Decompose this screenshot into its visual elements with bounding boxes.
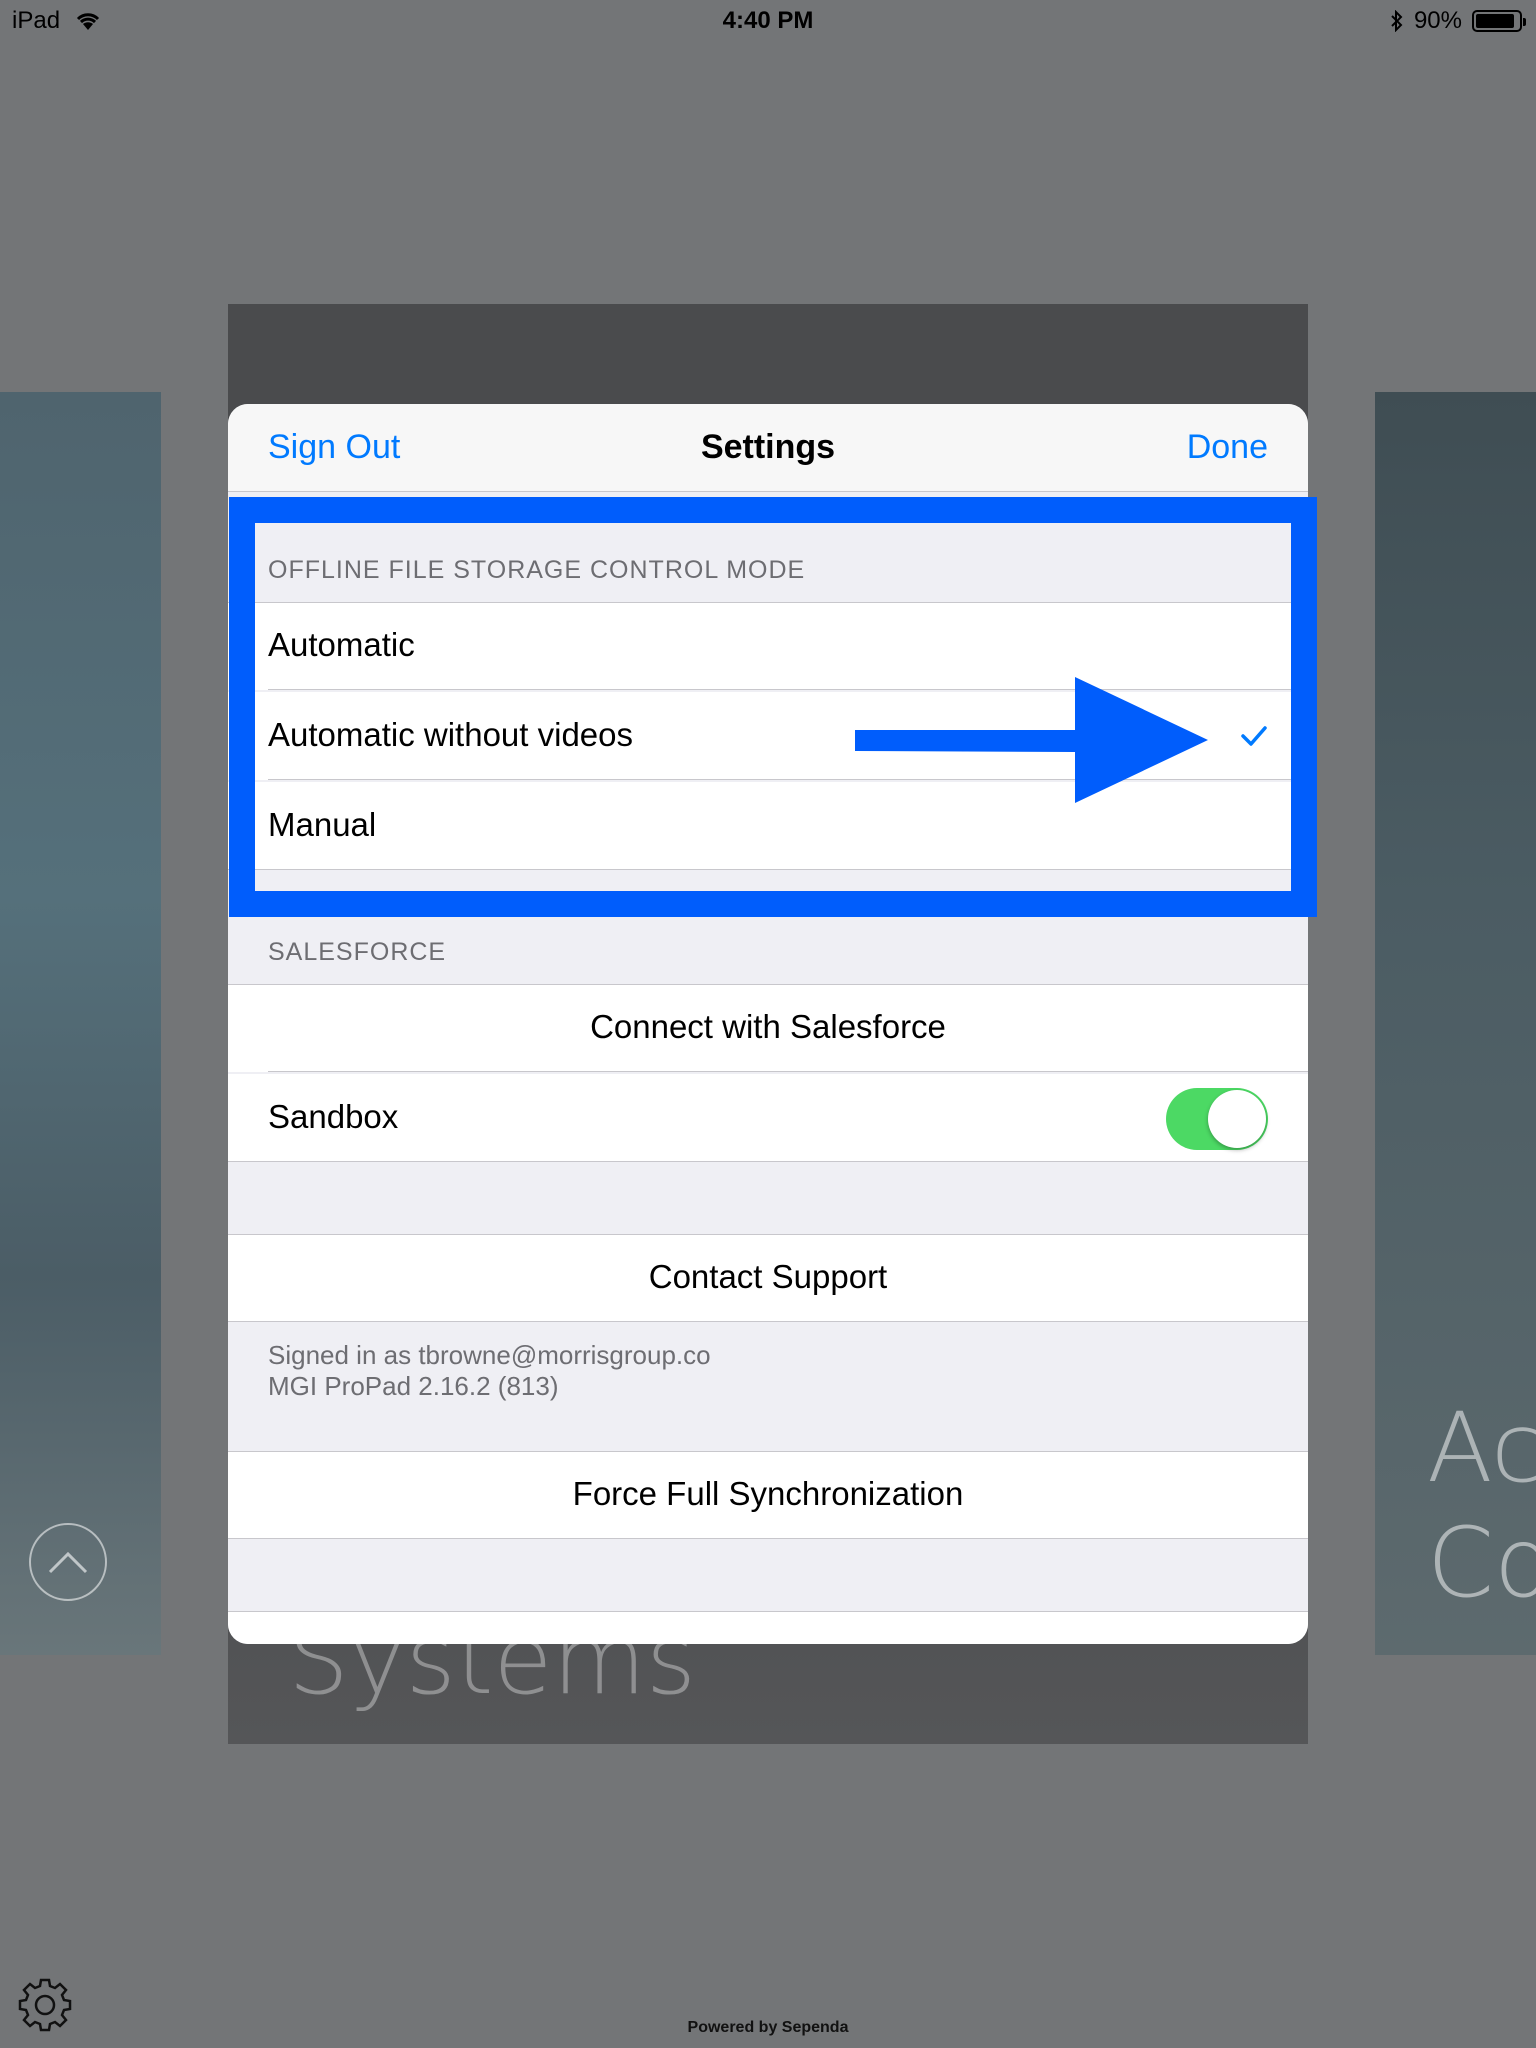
section-top-separator [228,984,1308,985]
salesforce-section-header: SALESFORCE [268,938,447,966]
row-separator [268,779,1308,780]
battery-fill [1476,14,1514,28]
contact-support-button[interactable]: Contact Support [228,1234,1308,1322]
settings-title: Settings [700,428,836,466]
contact-support-label: Contact Support [648,1258,888,1295]
force-sync-button[interactable]: Force Full Synchronization [228,1451,1308,1539]
row-separator [228,869,1308,870]
battery-icon [1472,10,1526,32]
status-right: 90% [1390,7,1526,35]
status-bar: iPad 4:40 PM 90% [0,0,1536,40]
row-separator [268,689,1308,690]
row-separator [268,1071,1308,1072]
app-version-text: MGI ProPad 2.16.2 (813) [268,1371,559,1401]
section-top-separator [228,1451,1308,1452]
done-button[interactable]: Done [1187,428,1268,467]
settings-sheet: Sign Out Settings Done OFFLINE FILE STOR… [228,404,1308,1644]
powered-by-text: Powered by Sependa [687,2019,849,2036]
section-top-separator [228,1611,1308,1612]
option-label: Manual [268,806,377,843]
bluetooth-icon [1391,10,1403,32]
settings-navbar: Sign Out Settings Done [228,404,1308,492]
status-time: 4:40 PM [722,7,814,34]
offline-option-automatic-without-videos[interactable]: Automatic without videos [228,692,1308,780]
section-top-separator [228,602,1308,603]
offline-option-manual[interactable]: Manual [228,782,1308,870]
background-card-right-text-2: Co [1427,1507,1536,1619]
sandbox-toggle[interactable] [1166,1088,1268,1150]
chevron-up-icon [48,1551,88,1574]
offline-section-header: OFFLINE FILE STORAGE CONTROL MODE [268,556,806,584]
background-card-right[interactable]: Ac Co [1375,392,1536,1655]
expand-up-button[interactable] [29,1523,107,1601]
sandbox-row: Sandbox [228,1074,1308,1162]
partially-hidden-row[interactable] [228,1611,1308,1644]
background-card-right-text-1: Ac [1427,1392,1536,1504]
row-separator [228,1321,1308,1322]
background-card-left[interactable] [0,392,161,1655]
connect-salesforce-label: Connect with Salesforce [590,1008,946,1045]
option-label: Automatic [268,626,415,663]
battery-percent: 90% [1413,7,1462,34]
row-separator [228,1538,1308,1539]
force-sync-label: Force Full Synchronization [572,1475,964,1512]
option-label: Automatic without videos [268,716,634,753]
checkmark-icon [1241,726,1267,746]
signed-in-text: Signed in as tbrowne@morrisgroup.co [268,1340,711,1370]
offline-option-automatic[interactable]: Automatic [228,602,1308,690]
row-separator [228,1161,1308,1162]
toggle-knob [1208,1090,1266,1148]
connect-salesforce-button[interactable]: Connect with Salesforce [228,984,1308,1072]
sandbox-label: Sandbox [268,1098,399,1135]
section-top-separator [228,1234,1308,1235]
